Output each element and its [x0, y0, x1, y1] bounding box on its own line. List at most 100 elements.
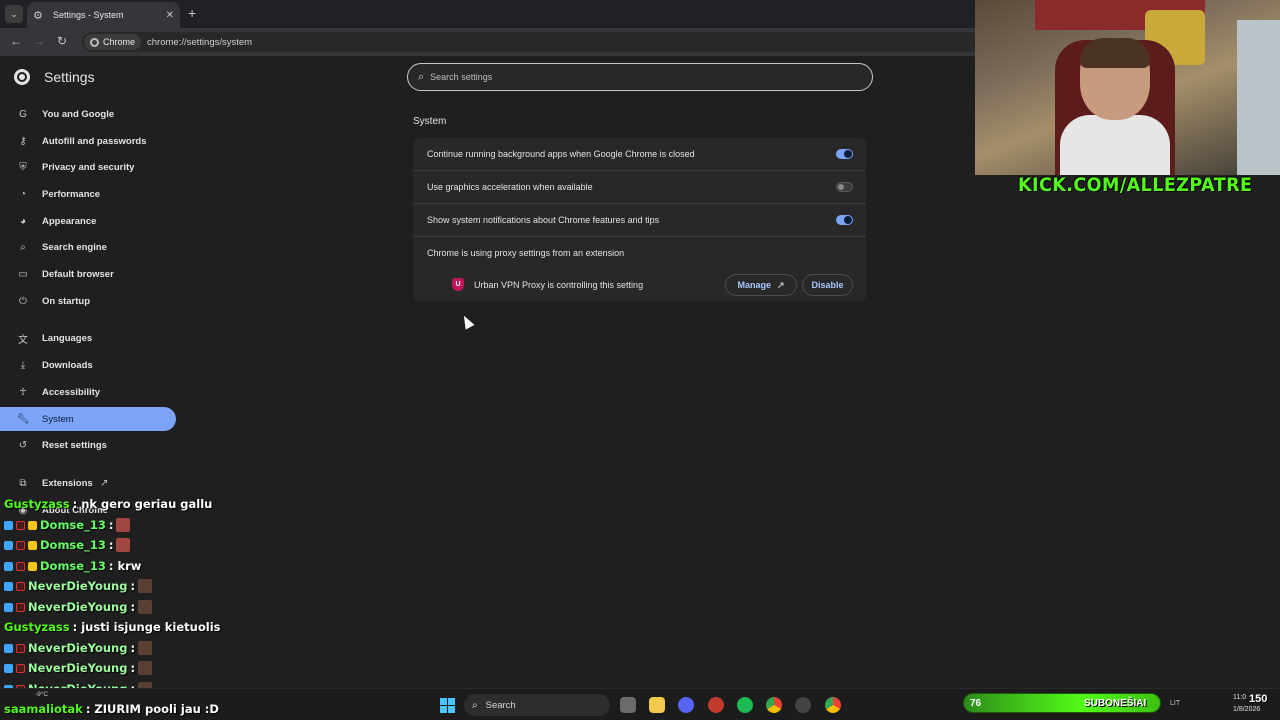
sidebar-item-label: Accessibility [42, 386, 101, 398]
graphics-acceleration-toggle[interactable] [836, 182, 853, 192]
setting-row-notifications[interactable]: Show system notifications about Chrome f… [413, 204, 866, 237]
disable-button[interactable]: Disable [802, 274, 853, 296]
sidebar-item-reset[interactable]: ↺ Reset settings [0, 433, 176, 457]
taskbar-search[interactable]: ⌕ Search [464, 694, 610, 716]
badge-icon [16, 581, 25, 591]
chrome-icon[interactable] [766, 697, 782, 713]
windows-start-icon[interactable] [440, 698, 455, 713]
search-input[interactable]: ⌕ Search settings [407, 63, 873, 91]
chat-message: Domse_13: [4, 538, 131, 552]
badge-icon [16, 540, 25, 550]
search-icon: ⌕ [472, 699, 478, 711]
chat-username: Gustyzass [4, 620, 70, 634]
browser-toolbar: ← → ↻ Chrome chrome://settings/system [0, 28, 975, 56]
wrench-icon: 🔧︎ [16, 413, 30, 425]
extension-control-row: U Urban VPN Proxy is controlling this se… [413, 270, 866, 301]
manage-label: Manage [737, 280, 771, 290]
chrome-icon[interactable] [825, 697, 841, 713]
emote-icon [138, 579, 153, 593]
speedometer-icon: ◔ [19, 188, 27, 200]
sidebar-item-label: Languages [42, 332, 93, 344]
chat-username: Domse_13 [40, 538, 106, 552]
background-apps-toggle[interactable] [836, 149, 853, 159]
emote-icon [116, 538, 131, 552]
disable-label: Disable [811, 280, 844, 290]
sidebar-item-on-startup[interactable]: ⏻ On startup [0, 289, 176, 313]
forward-icon[interactable]: → [33, 34, 45, 48]
app-icon[interactable] [708, 697, 724, 713]
discord-icon[interactable] [678, 697, 694, 713]
sidebar-item-label: Autofill and passwords [42, 135, 147, 147]
sub-goal-target: 150 [1249, 693, 1268, 705]
tab-title: Settings - System [53, 10, 124, 20]
sidebar-item-performance[interactable]: ◔ Performance [0, 182, 176, 206]
task-view-icon[interactable] [620, 697, 636, 713]
setting-row-proxy: Chrome is using proxy settings from an e… [413, 237, 866, 270]
badge-icon [4, 540, 13, 550]
app-icon[interactable] [795, 697, 811, 713]
badge-icon [16, 663, 25, 673]
accessibility-icon: ☥ [19, 386, 27, 398]
sidebar-item-accessibility[interactable]: ☥ Accessibility [0, 380, 176, 404]
tab-search-button[interactable]: ⌄ [5, 5, 23, 23]
site-chip[interactable]: Chrome [84, 34, 142, 50]
file-explorer-icon[interactable] [649, 697, 665, 713]
sidebar-item-label: Downloads [42, 359, 93, 371]
address-bar[interactable]: Chrome chrome://settings/system [82, 32, 975, 52]
badge-icon [16, 561, 25, 571]
sidebar-item-languages[interactable]: 文 Languages [0, 326, 176, 350]
puzzle-icon: ⧉ [19, 477, 27, 489]
google-icon: G [19, 108, 27, 120]
badge-icon [4, 520, 13, 530]
notifications-toggle[interactable] [836, 215, 853, 225]
close-icon[interactable]: ✕ [166, 10, 174, 21]
sub-goal-label: SUBONEŠIAI [1084, 698, 1147, 709]
chat-text: ZIURIM pooli jau :D [94, 702, 219, 716]
spotify-icon[interactable] [737, 697, 753, 713]
sidebar-item-system[interactable]: 🔧︎ System [0, 407, 176, 431]
chat-username: Domse_13 [40, 518, 106, 532]
webcam-overlay [975, 0, 1280, 175]
manage-button[interactable]: Manage ↗ [725, 274, 797, 296]
chat-message: Gustyzass: justi isjunge kietuolis [4, 620, 221, 634]
external-link-icon: ↗ [100, 477, 109, 489]
sidebar-item-extensions[interactable]: ⧉ Extensions ↗ [0, 471, 176, 495]
back-icon[interactable]: ← [10, 34, 22, 48]
sidebar-item-label: You and Google [42, 108, 115, 120]
url-text: chrome://settings/system [147, 36, 253, 48]
chat-username: Domse_13 [40, 559, 106, 573]
sidebar-item-downloads[interactable]: ⤓ Downloads [0, 353, 176, 377]
emote-icon [138, 600, 153, 614]
power-icon: ⏻ [19, 295, 27, 307]
chat-message: NeverDieYoung: [4, 600, 153, 614]
reload-icon[interactable]: ↻ [57, 34, 67, 48]
chat-username: NeverDieYoung [28, 641, 128, 655]
language-indicator[interactable]: LIT [1170, 700, 1180, 707]
setting-row-graphics-acceleration[interactable]: Use graphics acceleration when available [413, 171, 866, 204]
chat-message: NeverDieYoung: [4, 579, 153, 593]
new-tab-button[interactable]: + [188, 6, 196, 20]
sidebar-item-privacy[interactable]: ⛨ Privacy and security [0, 155, 176, 179]
tab-settings[interactable]: ⚙ Settings - System ✕ [27, 2, 180, 28]
sidebar-item-default-browser[interactable]: ▭ Default browser [0, 262, 176, 286]
translate-icon: 文 [18, 334, 28, 346]
chat-username: NeverDieYoung [28, 579, 128, 593]
sidebar-item-you-and-google[interactable]: G You and Google [0, 102, 176, 126]
chat-message: Domse_13: krw [4, 559, 141, 573]
webcam-person-body [1060, 115, 1170, 175]
setting-row-background-apps[interactable]: Continue running background apps when Go… [413, 138, 866, 171]
sidebar-item-label: System [42, 413, 74, 425]
proxy-label: Chrome is using proxy settings from an e… [427, 248, 625, 258]
badge-icon [4, 561, 13, 571]
palette-icon: ◕ [19, 215, 27, 227]
sidebar-item-appearance[interactable]: ◕ Appearance [0, 209, 176, 233]
sub-count: 76 [970, 698, 982, 709]
sidebar-item-search-engine[interactable]: ⌕ Search engine [0, 235, 176, 259]
reset-icon: ↺ [18, 439, 28, 451]
emote-icon [138, 661, 153, 675]
chip-label: Chrome [103, 37, 136, 47]
badge-icon [4, 643, 13, 653]
sidebar-item-autofill[interactable]: ⚷ Autofill and passwords [0, 129, 176, 153]
chat-text: nk gero geriau gallu [81, 497, 213, 511]
chat-username: NeverDieYoung [28, 661, 128, 675]
